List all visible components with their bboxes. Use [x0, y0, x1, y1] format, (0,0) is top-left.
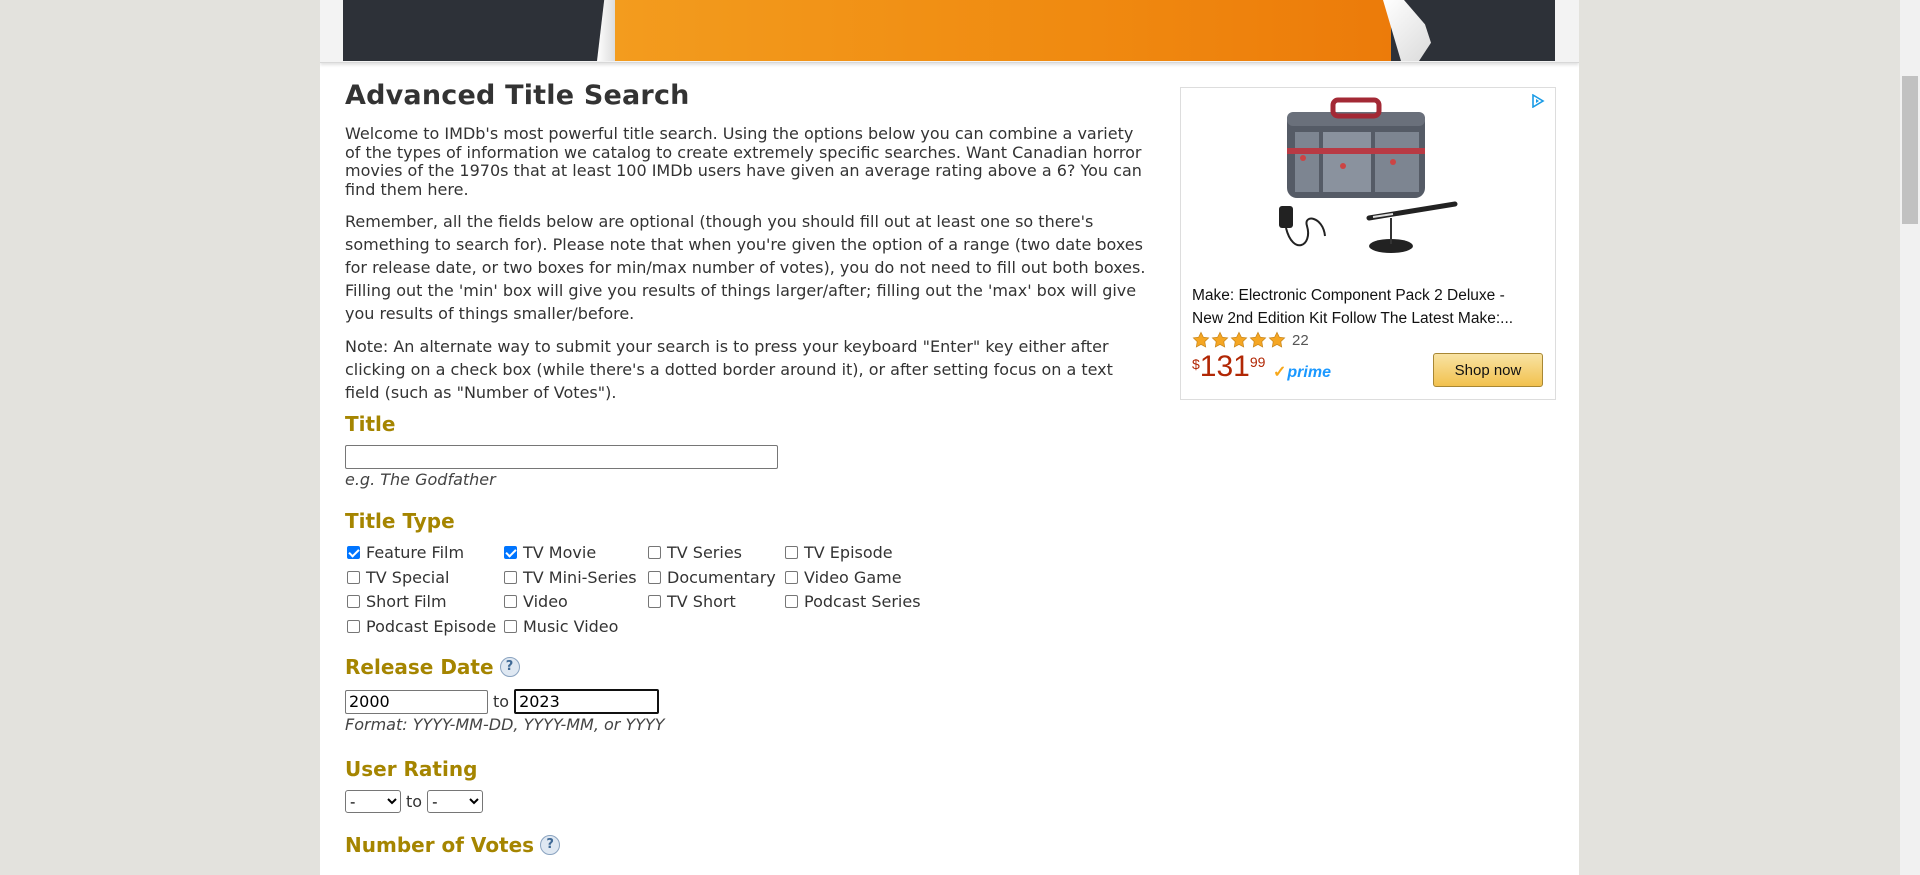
- title-type-podcast-series[interactable]: Podcast Series: [783, 592, 933, 617]
- title-input[interactable]: [345, 445, 778, 470]
- help-icon[interactable]: ?: [499, 657, 520, 678]
- title-hint: e.g. The Godfather: [345, 470, 496, 490]
- number-of-votes-section: Number of Votes ?: [345, 833, 1151, 857]
- star-icon: [1268, 331, 1286, 348]
- release-date-min-input[interactable]: [345, 689, 488, 714]
- star-icon: [1211, 331, 1229, 348]
- title-type-documentary[interactable]: Documentary: [646, 568, 783, 593]
- checkbox[interactable]: [347, 570, 360, 584]
- intro-paragraph: Welcome to IMDb's most powerful title se…: [345, 124, 1142, 199]
- release-date-range: to: [345, 689, 1151, 715]
- release-date-heading: Release Date ?: [345, 655, 1151, 679]
- help-icon[interactable]: ?: [540, 835, 561, 856]
- checkbox[interactable]: [504, 619, 517, 633]
- release-date-section: Release Date ? to Format: YYYY-MM-DD, YY…: [345, 655, 1151, 734]
- checkbox[interactable]: [347, 595, 360, 609]
- checkbox[interactable]: [785, 546, 798, 560]
- title-type-podcast-episode[interactable]: Podcast Episode: [345, 617, 502, 642]
- checkbox[interactable]: [648, 595, 661, 609]
- title-type-tv-episode[interactable]: TV Episode: [783, 543, 933, 568]
- checkbox[interactable]: [785, 595, 798, 609]
- title-type-tv-movie[interactable]: TV Movie: [502, 543, 646, 568]
- checkbox[interactable]: [648, 570, 661, 584]
- adchoices-icon[interactable]: [1531, 94, 1545, 108]
- page-container: Advanced Title Search Welcome to IMDb's …: [320, 0, 1579, 875]
- title-type-feature-film[interactable]: Feature Film: [345, 543, 502, 568]
- title-type-tv-special[interactable]: TV Special: [345, 568, 502, 593]
- user-rating-range: - to -: [345, 790, 1151, 814]
- header-banner: [320, 0, 1579, 63]
- user-rating-heading: User Rating: [345, 757, 478, 782]
- product-price: $131 99: [1192, 350, 1266, 383]
- title-type-video[interactable]: Video: [502, 592, 646, 617]
- user-rating-section: User Rating - to -: [345, 757, 1151, 814]
- release-date-max-input[interactable]: [514, 689, 660, 715]
- checkbox[interactable]: [785, 570, 798, 584]
- range-to-label: to: [406, 792, 423, 812]
- checkbox[interactable]: [504, 570, 517, 584]
- rating-count: 22: [1292, 331, 1309, 349]
- banner-image: [343, 0, 1555, 61]
- star-icon: [1230, 331, 1248, 348]
- product-title[interactable]: Make: Electronic Component Pack 2 Deluxe…: [1192, 284, 1537, 330]
- sponsored-ad[interactable]: Make: Electronic Component Pack 2 Deluxe…: [1180, 87, 1556, 400]
- checkbox[interactable]: [504, 546, 517, 560]
- star-icon: [1192, 331, 1210, 348]
- title-type-video-game[interactable]: Video Game: [783, 568, 933, 593]
- checkbox[interactable]: [347, 546, 360, 560]
- product-rating: 22: [1192, 331, 1309, 349]
- main-content: Advanced Title Search Welcome to IMDb's …: [345, 80, 1151, 857]
- title-type-options: Feature Film TV Movie TV Series TV Episo…: [345, 543, 1151, 641]
- checkbox[interactable]: [504, 595, 517, 609]
- title-type-music-video[interactable]: Music Video: [502, 617, 646, 642]
- title-type-tv-series[interactable]: TV Series: [646, 543, 783, 568]
- title-type-short-film[interactable]: Short Film: [345, 592, 502, 617]
- shop-now-button[interactable]: Shop now: [1433, 353, 1543, 387]
- prime-badge: ✓prime: [1273, 364, 1331, 381]
- release-date-format-hint: Format: YYYY-MM-DD, YYYY-MM, or YYYY: [345, 715, 665, 735]
- checkbox[interactable]: [347, 619, 360, 633]
- user-rating-max-select[interactable]: -: [427, 790, 484, 814]
- range-to-label: to: [493, 692, 510, 712]
- page-title: Advanced Title Search: [345, 80, 690, 111]
- title-heading: Title: [345, 412, 396, 437]
- star-icon: [1249, 331, 1267, 348]
- enter-key-note: Note: An alternate way to submit your se…: [345, 337, 1113, 403]
- checkbox[interactable]: [648, 546, 661, 560]
- title-type-tv-mini-series[interactable]: TV Mini-Series: [502, 568, 646, 593]
- title-type-section: Title Type Feature Film TV Movie TV Seri…: [345, 509, 1151, 641]
- title-section: Title e.g. The Godfather: [345, 412, 1151, 489]
- scrollbar-thumb[interactable]: [1902, 76, 1918, 224]
- number-of-votes-heading: Number of Votes ?: [345, 833, 1151, 857]
- product-image[interactable]: [1273, 96, 1463, 272]
- user-rating-min-select[interactable]: -: [345, 790, 401, 814]
- optional-fields-paragraph: Remember, all the fields below are optio…: [345, 212, 1146, 324]
- title-type-tv-short[interactable]: TV Short: [646, 592, 783, 617]
- title-type-heading: Title Type: [345, 509, 455, 534]
